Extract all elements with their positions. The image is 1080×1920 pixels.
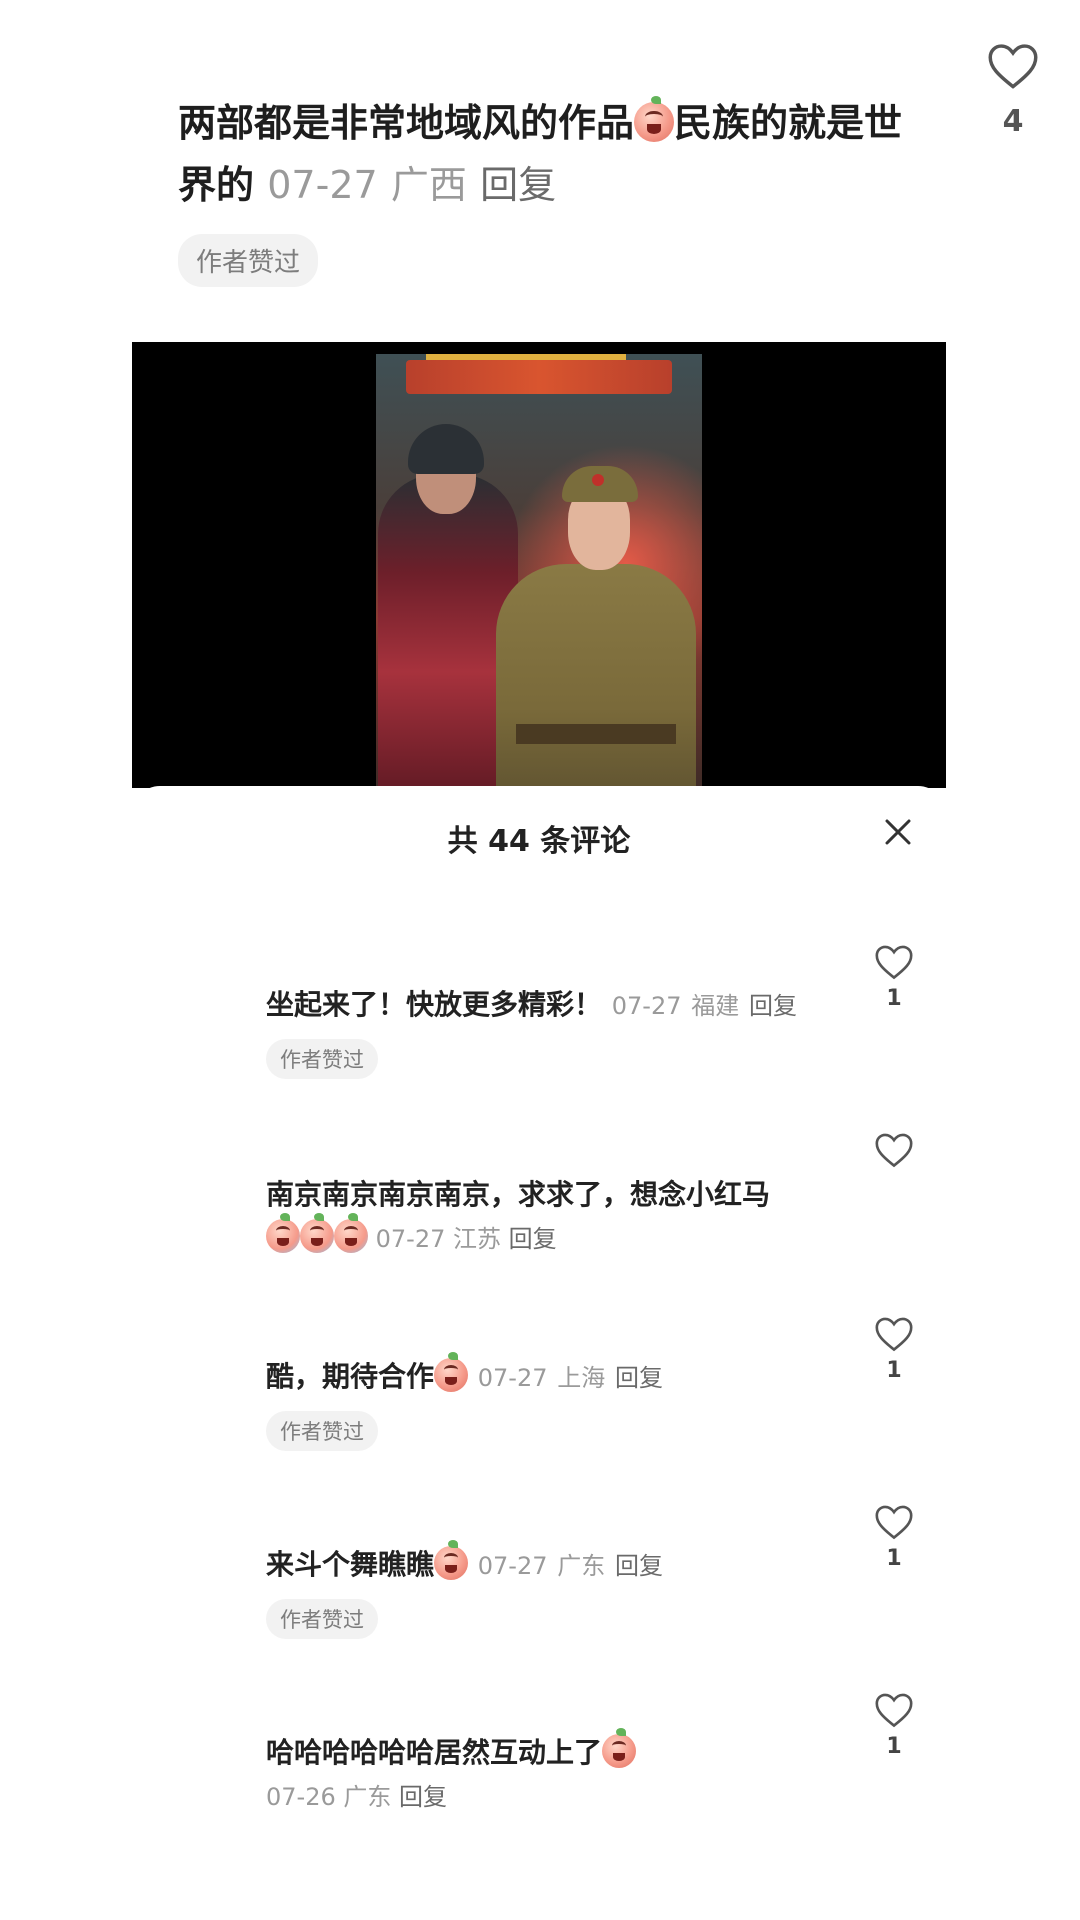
reply-button[interactable]: 回复 <box>615 1552 663 1580</box>
comment-date: 07-26 <box>266 1783 336 1811</box>
like-button[interactable]: 1 <box>872 1692 916 1759</box>
comment-date: 07-27 <box>375 1225 446 1253</box>
comment-text: 酷，期待合作 <box>266 1360 435 1393</box>
comment-region: 上海 <box>557 1364 606 1392</box>
comments-sheet: 共 44 条评论 坐起来了！快放更多精彩！ 07-27 福建 回复 作者赞过 1… <box>132 786 946 1920</box>
top-comment: 两部都是非常地域风的作品 民族的就是世界的 07-27 广西 回复 作者赞过 <box>178 92 918 287</box>
reply-button[interactable]: 回复 <box>509 1225 557 1253</box>
heart-icon <box>988 44 1038 89</box>
heart-icon <box>875 1317 913 1352</box>
emoji-icon <box>334 1213 368 1253</box>
emoji-icon <box>434 1352 469 1392</box>
comment-meta-line: 07-27 江苏 回复 <box>266 1213 806 1260</box>
like-button[interactable]: 1 <box>872 1316 916 1383</box>
author-liked-badge: 作者赞过 <box>266 1599 378 1639</box>
comment-text: 来斗个舞瞧瞧 <box>266 1548 435 1581</box>
comment-text: 南京南京南京南京，求求了，想念小红马 <box>266 1178 771 1211</box>
comment-region: 广西 <box>390 163 467 207</box>
close-icon <box>885 819 911 845</box>
comment-region: 广东 <box>343 1783 392 1811</box>
comment-item: 坐起来了！快放更多精彩！ 07-27 福建 回复 作者赞过 <box>266 982 806 1079</box>
comment-region: 广东 <box>557 1552 606 1580</box>
comment-text-part: 两部都是非常地域风的作品 <box>178 101 635 145</box>
comment-date: 07-27 <box>611 992 682 1020</box>
reply-button[interactable]: 回复 <box>399 1783 447 1811</box>
comment-meta-line: 07-26 广东 回复 <box>266 1776 806 1818</box>
like-count: 1 <box>886 1734 902 1759</box>
comment-text: 哈哈哈哈哈哈居然互动上了 <box>266 1736 603 1769</box>
like-button[interactable] <box>872 1132 916 1168</box>
video-player[interactable] <box>132 342 946 788</box>
close-button[interactable] <box>880 816 916 852</box>
like-count: 1 <box>886 1358 902 1383</box>
like-count: 4 <box>1002 104 1024 139</box>
top-like-button[interactable]: 4 <box>985 42 1041 139</box>
comment-item: 南京南京南京南京，求求了，想念小红马 07-27 江苏 回复 <box>266 1172 806 1260</box>
comment-item: 哈哈哈哈哈哈居然互动上了 07-26 广东 回复 <box>266 1728 806 1818</box>
comment-date: 07-27 <box>267 163 378 207</box>
heart-icon <box>875 945 913 980</box>
video-banner <box>406 360 672 394</box>
reply-button[interactable]: 回复 <box>480 163 556 207</box>
like-button[interactable]: 1 <box>872 1504 916 1571</box>
author-liked-badge: 作者赞过 <box>266 1039 378 1079</box>
emoji-icon <box>602 1728 637 1768</box>
emoji-icon <box>266 1213 300 1253</box>
comment-item: 酷，期待合作 07-27 上海 回复 作者赞过 <box>266 1352 806 1451</box>
heart-icon <box>875 1505 913 1540</box>
top-comment-text: 两部都是非常地域风的作品 民族的就是世界的 07-27 广西 回复 <box>178 92 918 216</box>
like-button[interactable]: 1 <box>872 944 916 1011</box>
emoji-icon <box>300 1213 334 1253</box>
comment-date: 07-27 <box>477 1364 548 1392</box>
comment-date: 07-27 <box>477 1552 548 1580</box>
comment-text: 坐起来了！快放更多精彩！ <box>266 988 603 1021</box>
emoji-icon <box>634 96 675 142</box>
reply-button[interactable]: 回复 <box>749 992 797 1020</box>
author-liked-badge: 作者赞过 <box>266 1411 378 1451</box>
comment-region: 福建 <box>691 992 740 1020</box>
reply-button[interactable]: 回复 <box>615 1364 663 1392</box>
like-count: 1 <box>886 1546 902 1571</box>
author-liked-badge: 作者赞过 <box>178 234 319 287</box>
like-count: 1 <box>886 986 902 1011</box>
comment-item: 来斗个舞瞧瞧 07-27 广东 回复 作者赞过 <box>266 1540 806 1639</box>
comments-title: 共 44 条评论 <box>447 824 631 859</box>
video-frame <box>376 354 702 788</box>
emoji-icon <box>434 1540 469 1580</box>
comment-region: 江苏 <box>453 1225 502 1253</box>
heart-icon <box>875 1133 913 1168</box>
heart-icon <box>875 1693 913 1728</box>
